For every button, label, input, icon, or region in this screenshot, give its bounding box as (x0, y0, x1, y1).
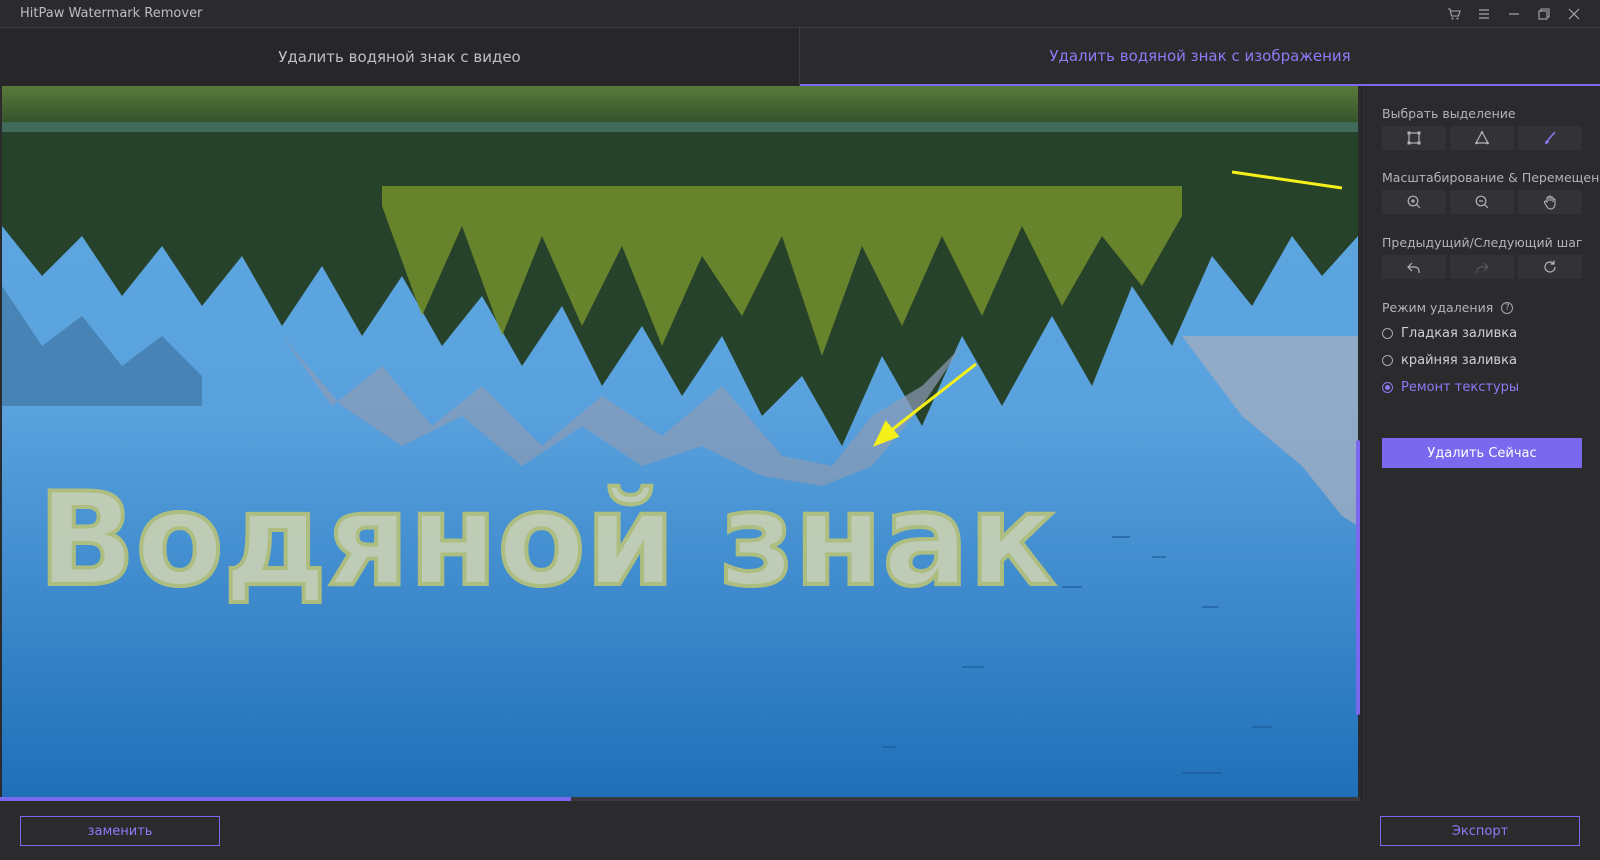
zoom-tools (1382, 190, 1582, 214)
tab-remove-from-video[interactable]: Удалить водяной знак с видео (0, 28, 800, 86)
app-title: HitPaw Watermark Remover (20, 6, 203, 21)
minimize-icon[interactable] (1506, 6, 1522, 22)
zoom-label: Масштабирование & Перемещение (1382, 170, 1600, 185)
mode-tabs: Удалить водяной знак с видео Удалить вод… (0, 27, 1600, 86)
vertical-scrollbar[interactable] (1356, 440, 1360, 715)
redo-icon[interactable] (1450, 255, 1514, 279)
cart-icon[interactable] (1446, 6, 1462, 22)
close-icon[interactable] (1566, 6, 1582, 22)
restore-icon[interactable] (1536, 6, 1552, 22)
replace-button[interactable]: заменить (20, 816, 220, 846)
menu-icon[interactable] (1476, 6, 1492, 22)
help-icon[interactable]: ? (1501, 301, 1514, 314)
mode-option-edge-fill[interactable]: крайняя заливка (1382, 353, 1517, 368)
radio-smooth-fill[interactable] (1382, 328, 1393, 339)
mode-option-texture-repair[interactable]: Ремонт текстуры (1382, 380, 1519, 395)
mode-option-label: Гладкая заливка (1401, 326, 1518, 341)
image-canvas[interactable]: Водяной знак (2, 86, 1358, 798)
history-label: Предыдущий/Следующий шаг (1382, 235, 1583, 250)
title-bar: HitPaw Watermark Remover (0, 0, 1600, 27)
zoom-in-icon[interactable] (1382, 190, 1446, 214)
remove-now-button[interactable]: Удалить Сейчас (1382, 438, 1582, 468)
watermark-text: Водяной знак (38, 466, 1056, 615)
radio-edge-fill[interactable] (1382, 355, 1393, 366)
zoom-out-icon[interactable] (1450, 190, 1514, 214)
bottom-bar: заменить Экспорт (0, 801, 1600, 860)
history-tools (1382, 255, 1582, 279)
app-window: HitPaw Watermark Remover Удалить водяной… (0, 0, 1600, 860)
brush-icon[interactable] (1518, 126, 1582, 150)
mode-option-label: крайняя заливка (1401, 353, 1517, 368)
selection-label: Выбрать выделение (1382, 106, 1516, 121)
mode-option-smooth-fill[interactable]: Гладкая заливка (1382, 326, 1517, 341)
undo-icon[interactable] (1382, 255, 1446, 279)
radio-texture-repair[interactable] (1382, 382, 1393, 393)
window-controls (1446, 0, 1582, 27)
mode-option-label: Ремонт текстуры (1401, 380, 1520, 395)
selection-tools (1382, 126, 1582, 150)
reset-icon[interactable] (1518, 255, 1582, 279)
tab-remove-from-image[interactable]: Удалить водяной знак с изображения (800, 28, 1600, 86)
rectangle-select-icon[interactable] (1382, 126, 1446, 150)
tools-panel: Выбрать выделение Масштабирование & Пере… (1361, 86, 1600, 800)
polygon-lasso-icon[interactable] (1450, 126, 1514, 150)
removal-mode-heading: Режим удаления ? (1382, 300, 1514, 315)
hand-pan-icon[interactable] (1518, 190, 1582, 214)
export-button[interactable]: Экспорт (1380, 816, 1580, 846)
removal-mode-label: Режим удаления (1382, 300, 1494, 315)
lake-image: Водяной знак (2, 86, 1358, 798)
